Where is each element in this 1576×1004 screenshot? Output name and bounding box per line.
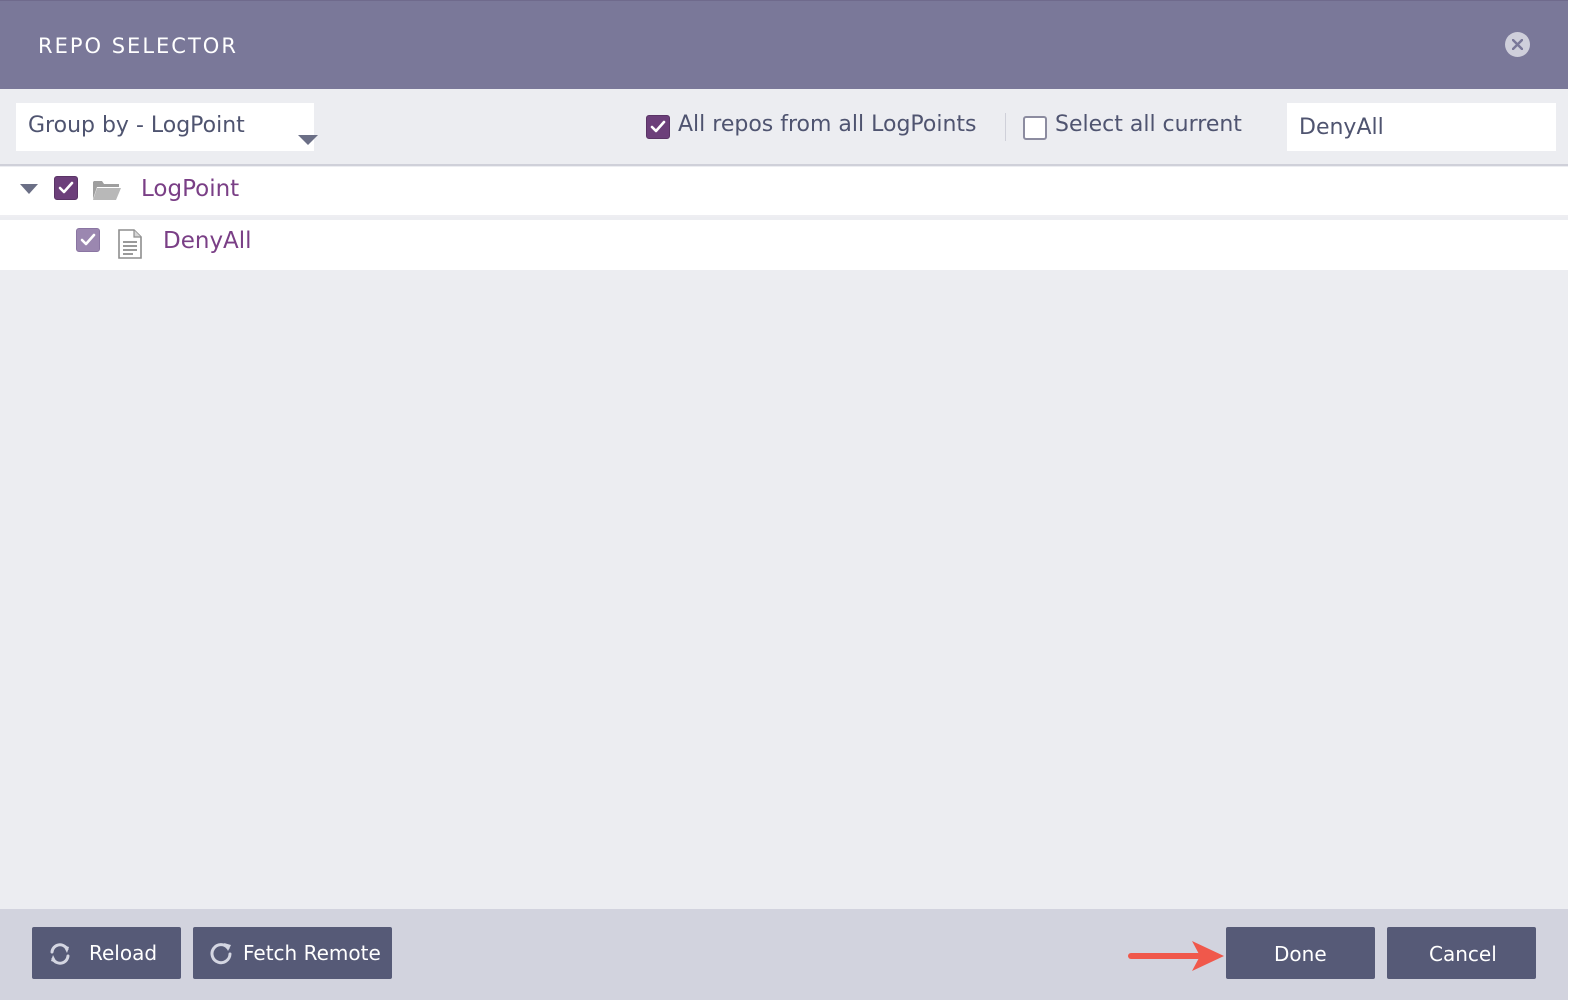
fetch-remote-button[interactable]: Fetch Remote xyxy=(193,927,392,979)
toolbar: Group by - LogPoint All repos from all L… xyxy=(0,89,1568,166)
group-by-label: Group by - LogPoint xyxy=(28,113,245,138)
select-all-current-label[interactable]: Select all current xyxy=(1055,112,1242,137)
reload-button[interactable]: Reload xyxy=(32,927,181,979)
all-repos-checkbox[interactable] xyxy=(646,115,670,139)
group-by-dropdown[interactable]: Group by - LogPoint xyxy=(16,103,318,151)
chevron-down-icon xyxy=(298,135,318,145)
check-icon xyxy=(58,181,74,194)
dialog-header: REPO SELECTOR xyxy=(0,1,1568,89)
group-checkbox[interactable] xyxy=(54,176,78,200)
fetch-remote-label: Fetch Remote xyxy=(243,941,381,965)
refresh-icon xyxy=(210,943,232,965)
close-icon[interactable] xyxy=(1505,32,1530,57)
dialog-title: REPO SELECTOR xyxy=(38,34,238,58)
done-button[interactable]: Done xyxy=(1226,927,1375,979)
tree-group-row[interactable]: LogPoint xyxy=(0,167,1568,217)
all-repos-label[interactable]: All repos from all LogPoints xyxy=(678,112,977,137)
reload-icon xyxy=(50,943,70,965)
toolbar-divider xyxy=(1005,113,1006,141)
repo-selector-dialog: REPO SELECTOR Group by - LogPoint All re… xyxy=(0,0,1568,1000)
repo-checkbox[interactable] xyxy=(76,228,100,252)
document-icon xyxy=(118,229,142,259)
check-icon xyxy=(650,120,666,133)
select-all-current-checkbox[interactable] xyxy=(1023,116,1047,140)
tree-item-row[interactable]: DenyAll xyxy=(0,220,1568,270)
tree-group-label[interactable]: LogPoint xyxy=(141,176,239,202)
folder-open-icon xyxy=(93,181,121,200)
reload-label: Reload xyxy=(89,941,158,965)
dialog-footer: Reload Fetch Remote Done Cancel xyxy=(0,909,1568,1000)
expand-caret-icon[interactable] xyxy=(20,184,38,194)
cancel-label: Cancel xyxy=(1429,942,1497,966)
search-input[interactable] xyxy=(1287,103,1556,151)
cancel-button[interactable]: Cancel xyxy=(1387,927,1536,979)
check-icon xyxy=(80,233,96,246)
annotation-arrow-icon xyxy=(1128,941,1224,971)
done-label: Done xyxy=(1274,942,1327,966)
tree-item-label[interactable]: DenyAll xyxy=(163,228,252,254)
